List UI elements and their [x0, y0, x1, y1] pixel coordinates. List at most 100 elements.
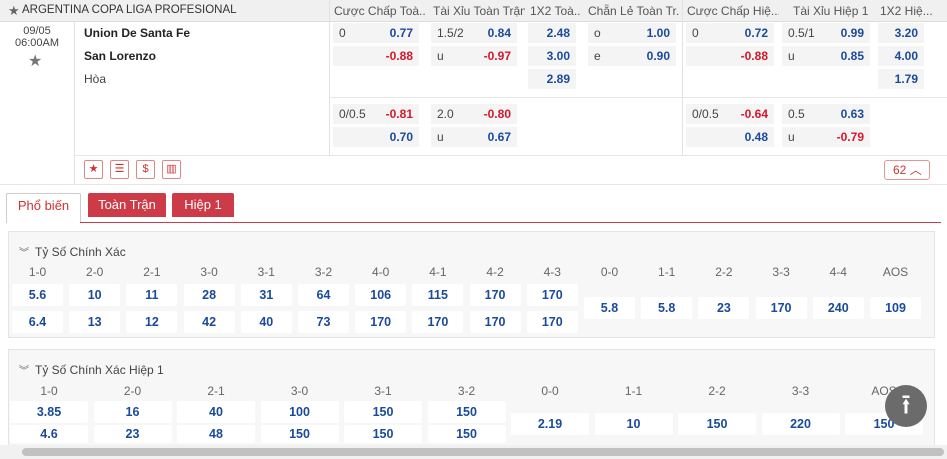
- odds-ah-ft-2-home[interactable]: 0/0.5 -0.81: [333, 104, 419, 124]
- score-odds-away[interactable]: 170: [469, 311, 521, 333]
- odds-ah-h1-2-away[interactable]: 0.48: [686, 127, 774, 147]
- score-label: 3-1: [257, 265, 275, 279]
- score-label: 2-1: [207, 384, 225, 398]
- score-odds-home[interactable]: 11: [126, 284, 178, 306]
- odds-1x2-h1-away[interactable]: 4.00: [878, 46, 924, 66]
- score-label: 3-0: [200, 265, 218, 279]
- score-odds-away[interactable]: 170: [412, 311, 464, 333]
- odds-1x2-h1-home[interactable]: 3.20: [878, 23, 924, 43]
- score-odds-draw[interactable]: 2.19: [511, 413, 589, 435]
- odds-ou-h1-over[interactable]: 0.5/1 0.99: [782, 23, 870, 43]
- score-odds-away[interactable]: 48: [177, 425, 255, 443]
- score-odds-away[interactable]: 170: [355, 311, 407, 333]
- odds-ah-h1-away[interactable]: -0.88: [686, 46, 774, 66]
- chart-bars-icon[interactable]: ▥: [162, 160, 181, 179]
- score-odds-draw[interactable]: 5.8: [584, 297, 635, 319]
- odds-dollar-icon[interactable]: $: [136, 160, 155, 179]
- odds-ou-h1-under[interactable]: u 0.85: [782, 46, 870, 66]
- tab-half-1[interactable]: Hiệp 1: [172, 193, 234, 217]
- score-odds-home[interactable]: 10: [69, 284, 121, 306]
- odds-ou-ft-over[interactable]: 1.5/2 0.84: [431, 23, 517, 43]
- col-1x2-ft: 1X2 Toà...: [530, 4, 580, 18]
- score-odds-home[interactable]: 3.85: [10, 401, 88, 423]
- scrollbar-thumb[interactable]: [22, 448, 944, 456]
- row-divider: [74, 155, 947, 156]
- score-odds-away[interactable]: 150: [260, 425, 339, 443]
- favorite-star-button[interactable]: ★: [84, 160, 103, 179]
- score-odds-home[interactable]: 115: [412, 284, 464, 306]
- score-label: 3-1: [374, 384, 392, 398]
- score-odds-home[interactable]: 150: [344, 401, 422, 423]
- score-odds-home[interactable]: 64: [298, 284, 349, 306]
- odds-ah-ft-home[interactable]: 0 0.77: [333, 23, 419, 43]
- score-odds-away[interactable]: 73: [298, 311, 349, 333]
- odds-ou-ft-under[interactable]: u -0.97: [431, 46, 517, 66]
- odds-ou-h1-2-over[interactable]: 0.5 0.63: [782, 104, 870, 124]
- score-odds-away[interactable]: 12: [126, 311, 178, 333]
- score-odds-home[interactable]: 28: [183, 284, 235, 306]
- odds-ou-ft-2-under[interactable]: u 0.67: [431, 127, 517, 147]
- score-odds-away[interactable]: 40: [240, 311, 292, 333]
- score-odds-draw[interactable]: 109: [870, 297, 921, 319]
- odds-1x2-ft-draw[interactable]: 2.89: [528, 69, 576, 89]
- odds-1x2-h1-draw[interactable]: 1.79: [878, 69, 924, 89]
- favorite-star-icon[interactable]: ★: [28, 51, 42, 71]
- score-odds-away[interactable]: 23: [93, 425, 172, 443]
- score-odds-draw[interactable]: 170: [755, 297, 807, 319]
- col-ou-h1: Tài Xỉu Hiệp 1: [793, 4, 869, 18]
- score-label: 1-1: [624, 384, 643, 398]
- score-odds-home[interactable]: 40: [177, 401, 255, 423]
- panel-title[interactable]: ︾ Tỷ Số Chính Xác: [19, 244, 126, 259]
- chevron-down-icon: ︾: [19, 366, 29, 377]
- tab-popular[interactable]: Phổ biến: [6, 193, 81, 223]
- score-odds-away[interactable]: 150: [344, 425, 422, 443]
- score-odds-draw[interactable]: 150: [678, 413, 756, 435]
- back-to-top-arrow-icon[interactable]: ⭱: [885, 385, 927, 427]
- score-odds-away[interactable]: 6.4: [12, 311, 63, 333]
- score-odds-home[interactable]: 106: [355, 284, 407, 306]
- odds-1x2-ft-away[interactable]: 3.00: [528, 46, 576, 66]
- stats-table-icon[interactable]: ☰: [110, 160, 129, 179]
- more-markets-button[interactable]: 62 ︿: [884, 160, 930, 180]
- score-odds-away[interactable]: 13: [69, 311, 121, 333]
- score-odds-home[interactable]: 150: [427, 401, 506, 423]
- score-odds-draw[interactable]: 23: [698, 297, 750, 319]
- odds-oe-ft-even[interactable]: e 0.90: [588, 46, 676, 66]
- odds-1x2-ft-home[interactable]: 2.48: [528, 23, 576, 43]
- score-label: 1-0: [28, 265, 47, 279]
- score-odds-draw[interactable]: 5.8: [641, 297, 693, 319]
- home-team: Union De Santa Fe: [84, 26, 191, 40]
- score-odds-away[interactable]: 42: [183, 311, 235, 333]
- league-header: ★ ARGENTINA COPA LIGA PROFESIONAL Cược C…: [0, 0, 947, 22]
- score-odds-home[interactable]: 16: [93, 401, 172, 423]
- row-divider: [329, 97, 947, 98]
- score-odds-away[interactable]: 170: [526, 311, 578, 333]
- odds-ah-ft-away[interactable]: -0.88: [333, 46, 419, 66]
- score-odds-draw[interactable]: 10: [594, 413, 673, 435]
- tab-full-match[interactable]: Toàn Trận: [88, 193, 166, 217]
- score-odds-draw[interactable]: 240: [812, 297, 864, 319]
- panel-title[interactable]: ︾ Tỷ Số Chính Xác Hiệp 1: [19, 362, 164, 377]
- divider: [682, 0, 683, 155]
- score-odds-home[interactable]: 170: [526, 284, 578, 306]
- odds-ah-ft-2-away[interactable]: 0.70: [333, 127, 419, 147]
- score-label: 2-0: [123, 384, 142, 398]
- away-team: San Lorenzo: [84, 49, 157, 63]
- score-odds-home[interactable]: 170: [469, 284, 521, 306]
- score-label: 1-0: [40, 384, 58, 398]
- league-name: ARGENTINA COPA LIGA PROFESIONAL: [22, 4, 237, 16]
- score-label: 3-2: [457, 384, 476, 398]
- score-odds-away[interactable]: 4.6: [10, 425, 88, 443]
- odds-ah-h1-2-home[interactable]: 0/0.5 -0.64: [686, 104, 774, 124]
- score-odds-draw[interactable]: 220: [761, 413, 840, 435]
- odds-ou-ft-2-over[interactable]: 2.0 -0.80: [431, 104, 517, 124]
- star-icon[interactable]: ★: [8, 3, 20, 19]
- score-odds-away[interactable]: 150: [427, 425, 506, 443]
- odds-ah-h1-home[interactable]: 0 0.72: [686, 23, 774, 43]
- odds-ou-h1-2-under[interactable]: u -0.79: [782, 127, 870, 147]
- score-label: 3-3: [772, 265, 790, 279]
- score-odds-home[interactable]: 5.6: [12, 284, 63, 306]
- odds-oe-ft-odd[interactable]: o 1.00: [588, 23, 676, 43]
- score-odds-home[interactable]: 31: [240, 284, 292, 306]
- score-odds-home[interactable]: 100: [260, 401, 339, 423]
